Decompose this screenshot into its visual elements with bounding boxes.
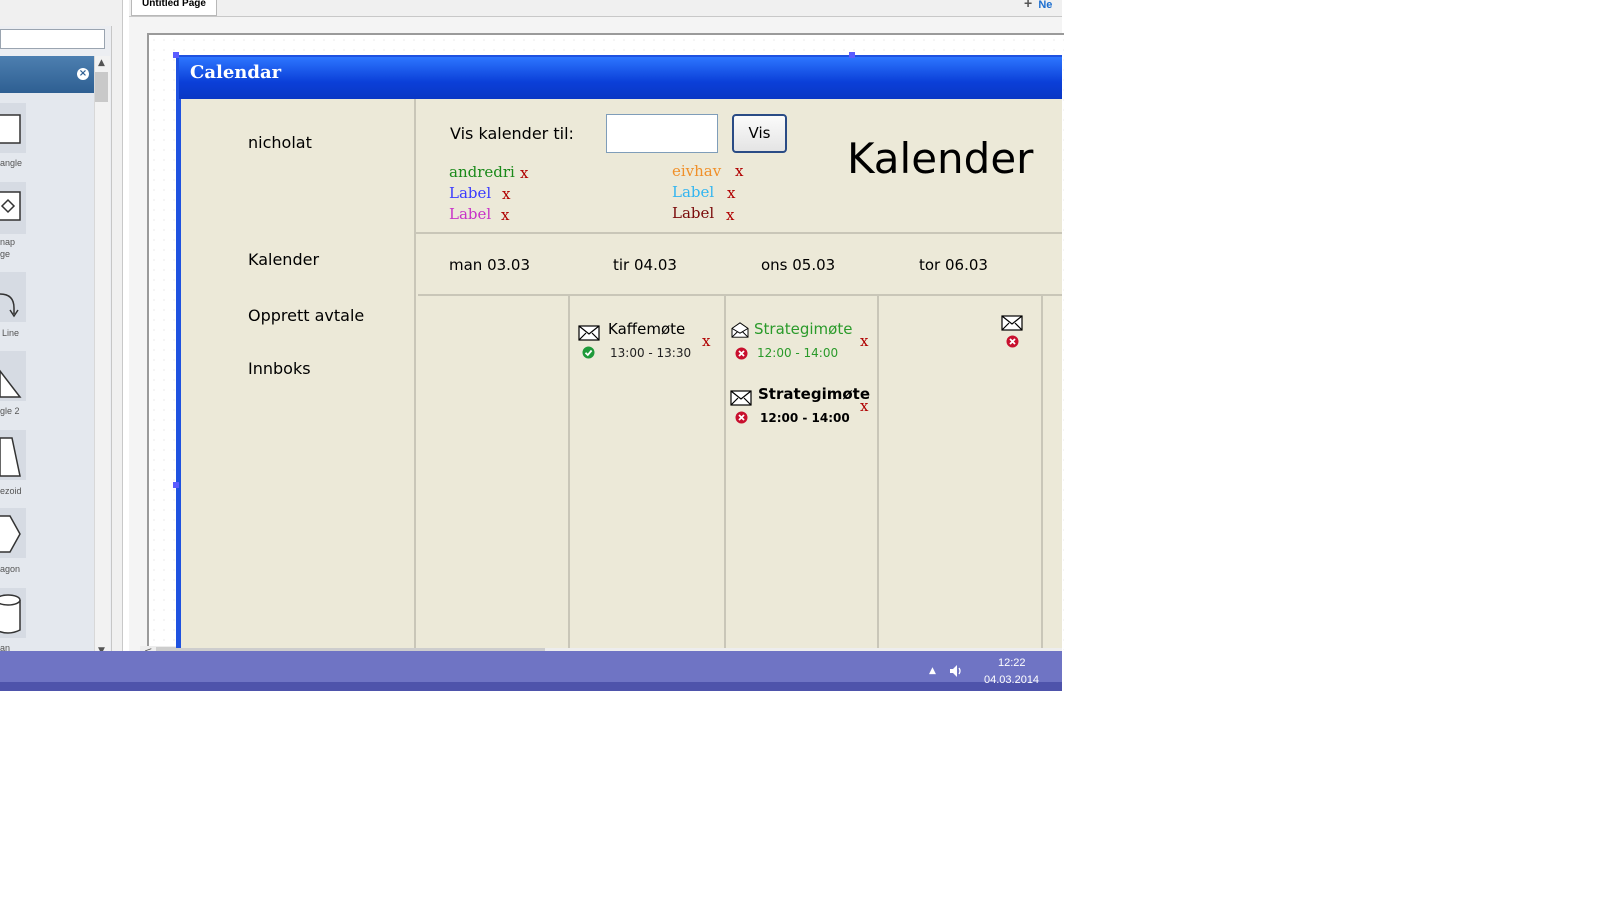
calendar-window-title: Calendar	[190, 62, 282, 83]
shape-tile[interactable]	[0, 508, 26, 558]
day-header: tor 06.03	[919, 256, 988, 274]
page-title: Kalender	[847, 134, 1034, 183]
remove-user-button[interactable]: x	[727, 184, 735, 202]
scroll-up-icon[interactable]: ▲	[95, 58, 108, 70]
taskbar-edge	[0, 682, 1062, 691]
username-label: nicholat	[248, 133, 312, 152]
shared-user-label: eivhav	[672, 162, 722, 180]
selection-handle[interactable]	[173, 482, 179, 488]
days-divider	[418, 294, 1062, 296]
day-column-divider	[568, 296, 570, 648]
declined-x-icon	[735, 347, 748, 360]
event-title[interactable]: Strategimøte	[758, 385, 870, 403]
shape-tile[interactable]	[0, 351, 26, 401]
palette-scrollbar[interactable]	[94, 56, 110, 660]
remove-user-button[interactable]: x	[501, 206, 509, 224]
palette-scroll-thumb[interactable]	[95, 72, 108, 102]
palette-search-input[interactable]	[0, 29, 105, 49]
plus-icon: +	[1024, 0, 1033, 11]
nav-innboks[interactable]: Innboks	[248, 359, 311, 378]
calendar-titlebar[interactable]	[179, 57, 1062, 99]
clock-date[interactable]: 04.03.2014	[984, 674, 1039, 686]
sidebar-divider	[414, 99, 416, 648]
curved-line-icon	[0, 293, 19, 318]
shape-tile[interactable]	[0, 182, 26, 234]
vis-kalender-label: Vis kalender til:	[450, 124, 574, 143]
shape-label: ezoid	[0, 486, 22, 496]
event-time: 13:00 - 13:30	[610, 346, 692, 360]
remove-user-button[interactable]: x	[520, 164, 528, 182]
nav-kalender[interactable]: Kalender	[248, 250, 319, 269]
shape-label: gle 2	[0, 406, 20, 416]
remove-user-button[interactable]: x	[502, 185, 510, 203]
day-header: tir 04.03	[613, 256, 677, 274]
accepted-check-icon	[582, 346, 595, 359]
shape-tile[interactable]	[0, 103, 26, 153]
new-tab-label: Ne	[1038, 0, 1053, 11]
cylinder-icon	[0, 594, 21, 634]
vis-kalender-input[interactable]	[606, 114, 718, 153]
palette-close-icon[interactable]: ×	[77, 68, 89, 80]
envelope-icon	[730, 390, 752, 406]
shared-user-label: Label	[672, 183, 715, 201]
envelope-icon	[578, 325, 600, 341]
shared-user-label: Label	[672, 204, 715, 222]
shape-label: agon	[0, 564, 21, 574]
event-title[interactable]: Strategimøte	[754, 320, 852, 338]
shape-tile[interactable]	[0, 588, 26, 638]
shared-user-label: Label	[449, 205, 492, 223]
selection-handle[interactable]	[173, 52, 179, 58]
event-title[interactable]: Kaffemøte	[608, 320, 685, 338]
delete-event-button[interactable]: x	[702, 332, 710, 350]
shape-label: angle	[0, 158, 23, 168]
shape-tile[interactable]	[0, 430, 26, 480]
day-column-divider	[1041, 296, 1043, 648]
header-divider	[416, 232, 1062, 234]
trapezoid-icon	[0, 437, 21, 477]
declined-x-icon	[735, 411, 748, 424]
hexagon-icon	[0, 515, 21, 553]
volume-icon[interactable]	[948, 663, 964, 679]
vis-button[interactable]: Vis	[732, 114, 787, 153]
day-column-divider	[877, 296, 879, 648]
selection-handle[interactable]	[849, 52, 855, 58]
day-header: man 03.03	[449, 256, 531, 274]
declined-x-icon	[1006, 335, 1019, 348]
shape-label: ge	[0, 249, 11, 259]
remove-user-button[interactable]: x	[726, 206, 734, 224]
shape-label: nap	[0, 237, 16, 247]
shape-label: Line	[2, 328, 20, 338]
delete-event-button[interactable]: x	[860, 397, 868, 415]
tab-untitled-page[interactable]: Untitled Page	[131, 0, 217, 16]
tray-expand-icon[interactable]: ▲	[929, 666, 936, 676]
shared-user-label: andredri	[449, 163, 515, 181]
event-time: 12:00 - 14:00	[757, 346, 839, 360]
triangle-icon	[0, 369, 22, 398]
rectangle-icon	[0, 114, 21, 144]
day-header: ons 05.03	[761, 256, 836, 274]
event-time: 12:00 - 14:00	[760, 411, 850, 425]
nav-opprett-avtale[interactable]: Opprett avtale	[248, 306, 364, 325]
envelope-icon[interactable]	[1001, 315, 1023, 331]
shape-tile[interactable]	[0, 272, 26, 322]
day-column-divider	[724, 296, 726, 648]
clock-time[interactable]: 12:22	[998, 657, 1026, 669]
map-page-icon	[0, 191, 21, 221]
new-page-tab[interactable]: + Ne	[1024, 0, 1052, 11]
delete-event-button[interactable]: x	[860, 332, 868, 350]
open-envelope-icon	[731, 322, 749, 338]
page-tab-bar	[129, 0, 1062, 17]
remove-user-button[interactable]: x	[735, 162, 743, 180]
shared-user-label: Label	[449, 184, 492, 202]
